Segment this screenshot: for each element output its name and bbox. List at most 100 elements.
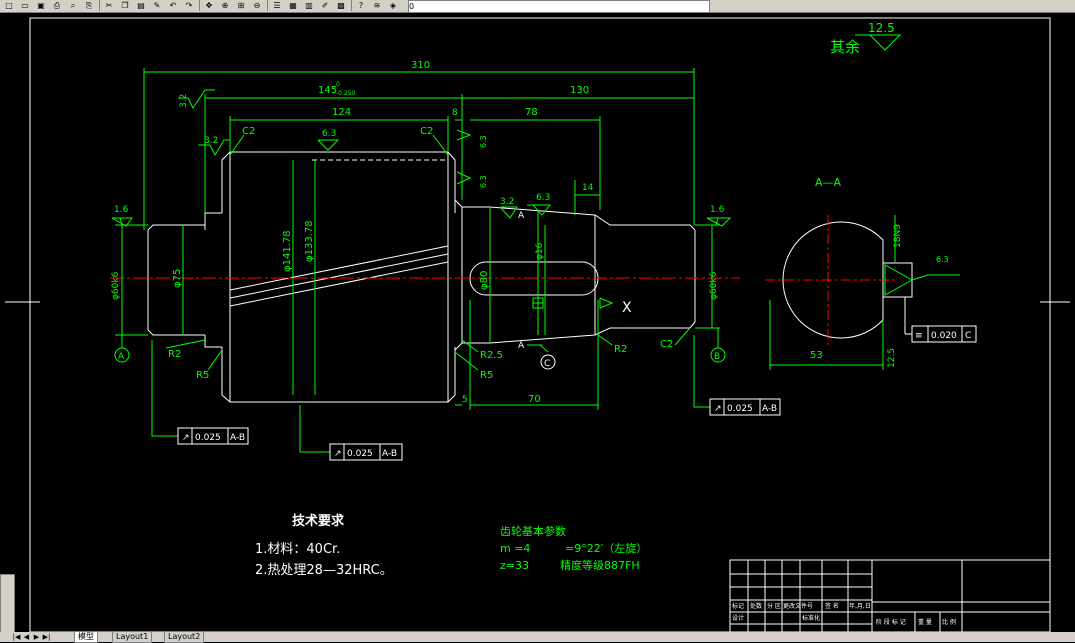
roughness-rest-label: 其余	[830, 38, 860, 56]
layer-icon[interactable]: ≋	[370, 0, 384, 11]
dim-78: 78	[525, 107, 538, 118]
symmetry-icon: ≡	[915, 331, 923, 341]
pan-icon[interactable]: ✥	[202, 0, 216, 11]
tech-requirement-2: 2.热处理28—32HRC。	[255, 563, 393, 578]
first-tab-button[interactable]: |◀	[12, 632, 21, 642]
title-cell: 比 例	[942, 618, 956, 626]
title-cell: 更改文件号	[783, 602, 813, 610]
dim-5: 5	[462, 395, 468, 405]
shaft-geometry	[147, 151, 696, 403]
undo-icon[interactable]: ↶	[166, 0, 180, 11]
keyway-depth: 53	[810, 350, 823, 361]
roughness-63-b: 6.3	[536, 193, 550, 203]
symmetry-value: 0.020	[931, 331, 957, 341]
radius-r2-left: R2	[168, 349, 181, 360]
dim-310: 310	[411, 60, 430, 71]
tab-model[interactable]: 模型	[74, 632, 98, 643]
runout-mid-value: 0.025	[347, 449, 373, 459]
gear-params-title: 齿轮基本参数	[500, 524, 566, 538]
title-cell: 重 量	[918, 618, 932, 626]
chamfer-c2-right: C2	[660, 339, 673, 350]
paste-icon[interactable]: ▤	[134, 0, 148, 11]
dim-145: 145	[318, 85, 337, 96]
title-cell: 设计	[732, 614, 744, 622]
layout-tab-bar: |◀ ◀ ▶ ▶| 模型 Layout1 Layout2	[0, 632, 1075, 643]
roughness-63-c: 6.3	[479, 135, 488, 148]
zoom-previous-icon[interactable]: ⊖	[250, 0, 264, 11]
runout-mid-ref: A-B	[382, 449, 397, 459]
calc-icon[interactable]: ▩	[334, 0, 348, 11]
title-cell: 标准化	[802, 614, 820, 622]
last-tab-button[interactable]: ▶|	[42, 632, 51, 642]
runout-icon: ↗	[714, 404, 722, 414]
title-cell: 处数	[750, 602, 762, 610]
prev-tab-button[interactable]: ◀	[22, 632, 31, 642]
title-cell: 阶 段 标 记	[876, 618, 906, 626]
dim-124: 124	[332, 107, 351, 118]
radius-r5-right: R5	[480, 370, 493, 381]
zoom-window-icon[interactable]: ⊞	[234, 0, 248, 11]
properties-icon[interactable]: ☰	[270, 0, 284, 11]
keyway-width: 18N9	[893, 224, 903, 248]
zoom-realtime-icon[interactable]: ⊕	[218, 0, 232, 11]
markup-icon[interactable]: ✐	[318, 0, 332, 11]
layer-state-icon[interactable]: ◈	[386, 0, 400, 11]
gear-teeth: z=33	[500, 559, 529, 572]
roughness-63-a: 6.3	[322, 129, 336, 139]
new-icon[interactable]: □	[2, 0, 16, 11]
tab-layout1[interactable]: Layout1	[112, 632, 153, 643]
open-icon[interactable]: ▭	[18, 0, 32, 11]
section-mark-a-bottom: A	[518, 341, 525, 351]
section-mark-a-top: A	[518, 211, 525, 221]
side-palette[interactable]	[0, 574, 15, 634]
redo-icon[interactable]: ↷	[182, 0, 196, 11]
section-label: A—A	[815, 176, 842, 189]
dia-60-right: φ60k6	[709, 271, 719, 300]
preview-icon[interactable]: ⌕	[66, 0, 80, 11]
tab-layout2[interactable]: Layout2	[164, 632, 205, 643]
dim-14: 14	[582, 183, 594, 193]
copy-icon[interactable]: ❐	[118, 0, 132, 11]
dim-145-tol-upper: 0	[336, 81, 340, 88]
radius-r2-right: R2	[614, 344, 627, 355]
roughness-16-right: 1.6	[710, 205, 725, 215]
dia-16: φ16	[535, 242, 545, 260]
roughness-32-c: 3.2	[500, 197, 514, 207]
matchprop-icon[interactable]: ✎	[150, 0, 164, 11]
roughness-32-a: 3.2	[179, 94, 189, 108]
dia-141: φ141.78	[282, 230, 293, 272]
roughness-63-e: 6.3	[936, 255, 949, 264]
dim-130: 130	[570, 85, 589, 96]
next-tab-button[interactable]: ▶	[32, 632, 41, 642]
tech-requirements-title: 技术要求	[292, 513, 345, 529]
radius-r5-left: R5	[196, 370, 209, 381]
runout-icon: ↗	[334, 449, 342, 459]
print-icon[interactable]: ⎙	[50, 0, 64, 11]
datum-a-label: A	[118, 352, 125, 362]
title-cell: 标记	[732, 602, 744, 610]
gear-grade: 精度等级887FH	[560, 558, 640, 572]
dia-75: φ75	[172, 269, 183, 288]
dim-145-tol-lower: -0.250	[336, 90, 356, 97]
runout-right-value: 0.025	[727, 404, 753, 414]
toolpalette-icon[interactable]: ▥	[302, 0, 316, 11]
designcenter-icon[interactable]: ▦	[286, 0, 300, 11]
save-icon[interactable]: ▣	[34, 0, 48, 11]
cut-icon[interactable]: ✂	[102, 0, 116, 11]
datum-c-label: C	[544, 359, 550, 369]
help-icon[interactable]: ?	[354, 0, 368, 11]
tech-requirement-1: 1.材料：40Cr.	[255, 542, 340, 557]
x-mark: X	[622, 300, 632, 316]
runout-left-ref: A-B	[230, 433, 245, 443]
runout-left-value: 0.025	[195, 433, 221, 443]
dia-80: φ80	[479, 271, 490, 290]
dim-70: 70	[528, 394, 541, 405]
roughness-63-d: 6.3	[479, 175, 488, 188]
drawing-canvas[interactable]: 其余 12.5 310 145 0 -0.250 124 8 78 130 14…	[0, 12, 1075, 632]
title-cell: 年,月,日	[849, 602, 871, 610]
plot-icon[interactable]: ⎘	[82, 0, 96, 11]
title-cell: 分 区	[767, 602, 781, 610]
roughness-16-left: 1.6	[114, 205, 129, 215]
roughness-125-section: 12.5	[887, 348, 897, 368]
runout-right-ref: A-B	[762, 404, 777, 414]
